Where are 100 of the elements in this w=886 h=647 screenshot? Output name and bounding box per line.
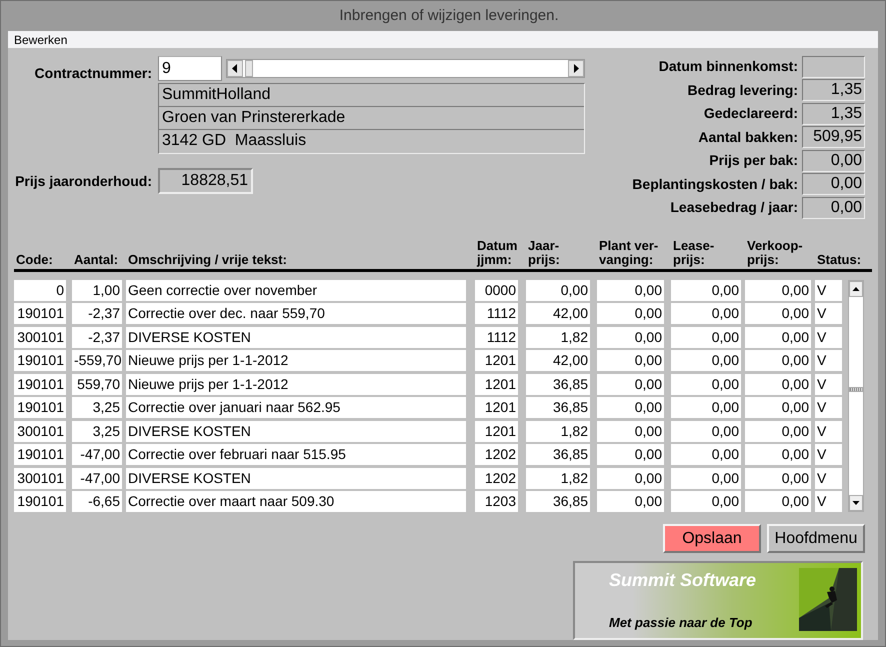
table-cell[interactable]: V: [815, 444, 842, 465]
table-cell[interactable]: 190101: [14, 350, 66, 371]
table-cell[interactable]: 300101: [14, 326, 66, 348]
field-label: Beplantingskosten / bak:: [632, 174, 798, 194]
table-cell[interactable]: V: [815, 350, 842, 371]
table-cell[interactable]: V: [815, 303, 842, 324]
table-cell[interactable]: 559,70: [72, 374, 122, 394]
table-cell[interactable]: 0,00: [745, 444, 811, 465]
table-cell[interactable]: 0,00: [671, 280, 741, 300]
menu-button[interactable]: Hoofdmenu: [767, 524, 865, 553]
table-cell[interactable]: 1,82: [526, 326, 590, 348]
contract-number-field[interactable]: 9: [158, 56, 222, 81]
table-cell[interactable]: V: [815, 326, 842, 348]
table-cell[interactable]: Correctie over januari naar 562.95: [126, 397, 466, 418]
table-cell[interactable]: 0,00: [597, 374, 664, 394]
table-cell[interactable]: 0,00: [745, 280, 811, 300]
table-cell[interactable]: Correctie over dec. naar 559,70: [126, 303, 466, 324]
table-cell[interactable]: 0,00: [597, 326, 664, 348]
table-cell[interactable]: 36,85: [526, 491, 590, 512]
table-cell[interactable]: 0,00: [745, 397, 811, 418]
table-cell[interactable]: 0,00: [671, 444, 741, 465]
table-cell[interactable]: -47,00: [72, 444, 122, 465]
column-header: Omschrijving / vrije tekst:: [128, 252, 288, 266]
table-cell[interactable]: 1201: [475, 374, 518, 394]
table-cell[interactable]: 1201: [475, 420, 518, 442]
scrollbar[interactable]: [226, 59, 585, 78]
table-cell[interactable]: 1112: [475, 303, 518, 324]
table-cell[interactable]: V: [815, 420, 842, 442]
table-cell[interactable]: V: [815, 374, 842, 394]
table-cell[interactable]: 1201: [475, 350, 518, 371]
table-cell[interactable]: 0,00: [671, 491, 741, 512]
scrollbar-thumb[interactable]: [849, 386, 863, 392]
table-cell[interactable]: 1202: [475, 468, 518, 488]
table-cell[interactable]: 0,00: [671, 350, 741, 371]
table-cell[interactable]: 0,00: [597, 303, 664, 324]
table-cell[interactable]: 0,00: [597, 350, 664, 371]
table-cell[interactable]: 3,25: [72, 397, 122, 418]
table-cell[interactable]: 300101: [14, 468, 66, 488]
table-cell[interactable]: 0,00: [745, 350, 811, 371]
table-cell[interactable]: Nieuwe prijs per 1-1-2012: [126, 350, 466, 371]
table-cell[interactable]: 0,00: [745, 374, 811, 394]
table-cell[interactable]: 0: [14, 280, 66, 300]
scrollbar-thumb[interactable]: [245, 60, 253, 77]
table-cell[interactable]: 36,85: [526, 374, 590, 394]
table-cell[interactable]: 1201: [475, 397, 518, 418]
table-cell[interactable]: 0,00: [671, 374, 741, 394]
table-cell[interactable]: Correctie over maart naar 509.30: [126, 491, 466, 512]
table-cell[interactable]: 190101: [14, 303, 66, 324]
table-cell[interactable]: 0,00: [597, 397, 664, 418]
table-cell[interactable]: 1,82: [526, 468, 590, 488]
table-cell[interactable]: 42,00: [526, 303, 590, 324]
table-cell[interactable]: 0,00: [526, 280, 590, 300]
table-cell[interactable]: V: [815, 397, 842, 418]
table-cell[interactable]: V: [815, 280, 842, 300]
table-cell[interactable]: 0,00: [671, 420, 741, 442]
table-cell[interactable]: 0,00: [671, 303, 741, 324]
table-cell[interactable]: 190101: [14, 444, 66, 465]
table-cell[interactable]: -47,00: [72, 468, 122, 488]
table-cell[interactable]: 0,00: [671, 397, 741, 418]
table-cell[interactable]: 1203: [475, 491, 518, 512]
table-cell[interactable]: Geen correctie over november: [126, 280, 466, 300]
table-cell[interactable]: 190101: [14, 397, 66, 418]
table-cell[interactable]: 0,00: [597, 468, 664, 488]
table-cell[interactable]: 0,00: [745, 468, 811, 488]
table-cell[interactable]: 0,00: [597, 444, 664, 465]
table-cell[interactable]: DIVERSE KOSTEN: [126, 468, 466, 488]
table-cell[interactable]: DIVERSE KOSTEN: [126, 420, 466, 442]
table-cell[interactable]: 0,00: [745, 420, 811, 442]
table-cell[interactable]: Nieuwe prijs per 1-1-2012: [126, 374, 466, 394]
table-cell[interactable]: -559,70: [72, 350, 122, 371]
table-cell[interactable]: 0,00: [745, 303, 811, 324]
table-cell[interactable]: 0,00: [671, 468, 741, 488]
vertical-scrollbar[interactable]: [848, 280, 864, 512]
table-cell[interactable]: 0000: [475, 280, 518, 300]
table-cell[interactable]: V: [815, 468, 842, 488]
table-cell[interactable]: 0,00: [597, 420, 664, 442]
table-cell[interactable]: 190101: [14, 374, 66, 394]
table-cell[interactable]: -6,65: [72, 491, 122, 512]
menu-item[interactable]: Bewerken: [8, 30, 74, 48]
table-cell[interactable]: 1202: [475, 444, 518, 465]
table-cell[interactable]: 1112: [475, 326, 518, 348]
table-cell[interactable]: 1,00: [72, 280, 122, 300]
table-cell[interactable]: 0,00: [597, 280, 664, 300]
table-cell[interactable]: DIVERSE KOSTEN: [126, 326, 466, 348]
table-cell[interactable]: 300101: [14, 420, 66, 442]
table-cell[interactable]: -2,37: [72, 326, 122, 348]
table-cell[interactable]: 0,00: [671, 326, 741, 348]
table-cell[interactable]: 190101: [14, 491, 66, 512]
table-cell[interactable]: 0,00: [745, 326, 811, 348]
table-cell[interactable]: 36,85: [526, 397, 590, 418]
table-cell[interactable]: V: [815, 491, 842, 512]
table-cell[interactable]: 0,00: [597, 491, 664, 512]
save-button[interactable]: Opslaan: [663, 524, 761, 553]
table-cell[interactable]: 0,00: [745, 491, 811, 512]
table-cell[interactable]: 36,85: [526, 444, 590, 465]
table-cell[interactable]: 42,00: [526, 350, 590, 371]
table-cell[interactable]: 1,82: [526, 420, 590, 442]
table-cell[interactable]: Correctie over februari naar 515.95: [126, 444, 466, 465]
table-cell[interactable]: 3,25: [72, 420, 122, 442]
table-cell[interactable]: -2,37: [72, 303, 122, 324]
